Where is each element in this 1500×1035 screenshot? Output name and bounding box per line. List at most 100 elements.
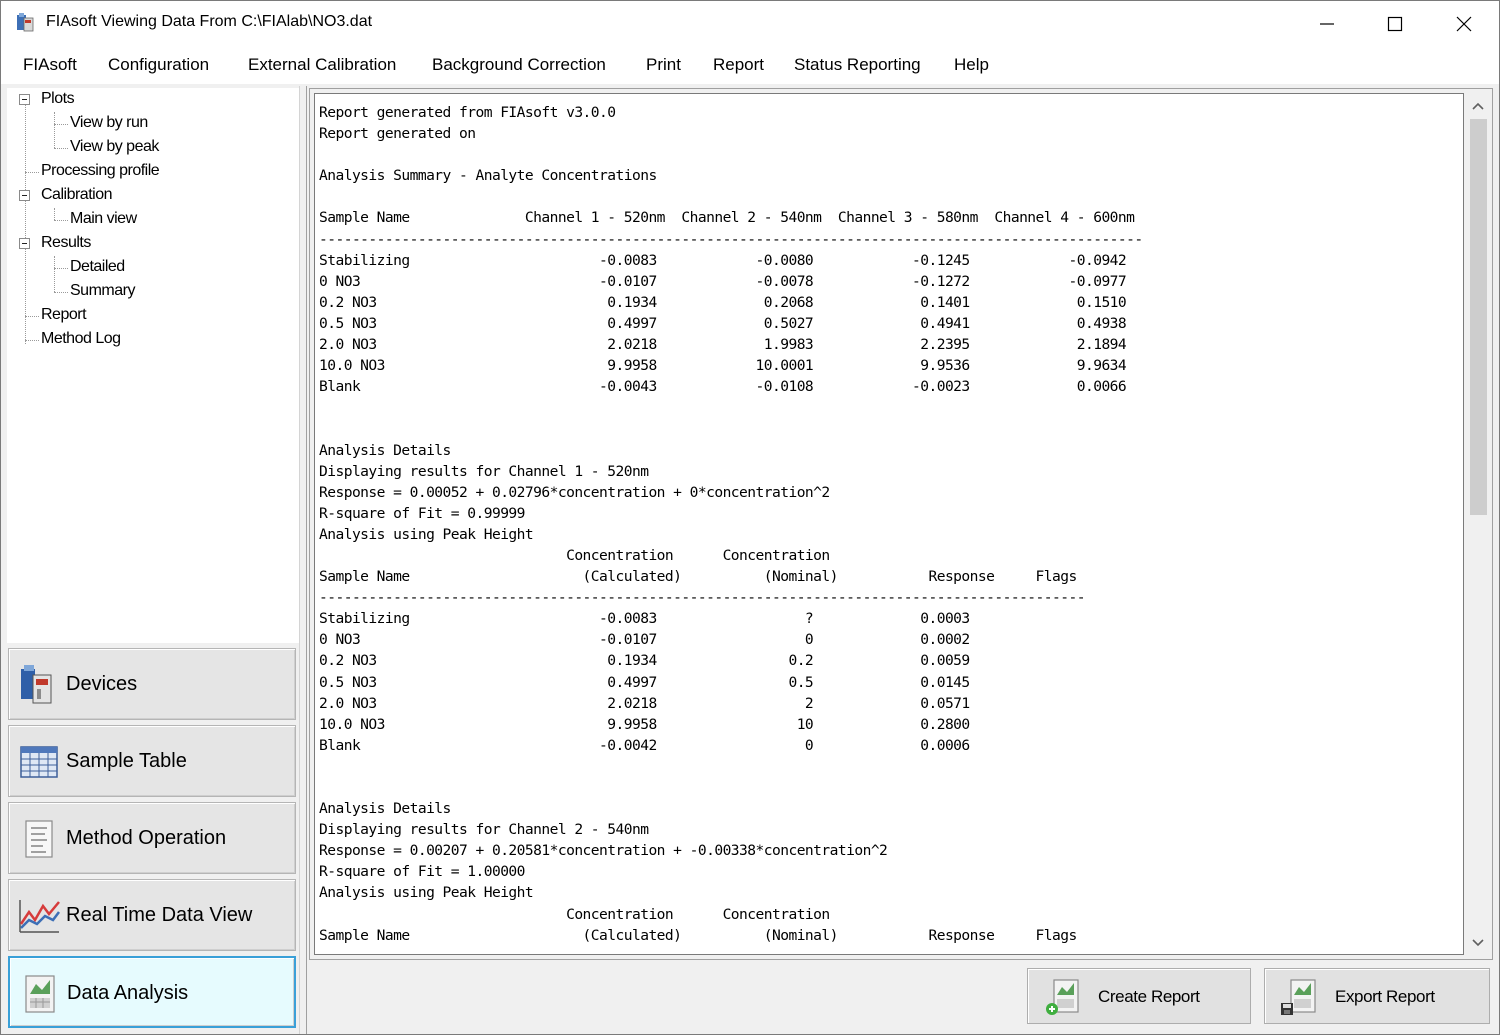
report-line: Blank -0.0043 -0.0108 -0.0023 0.0066 [319, 378, 1127, 396]
collapse-icon[interactable] [19, 190, 30, 201]
report-line: Analysis Summary - Analyte Concentration… [319, 167, 657, 185]
create-report-icon [1046, 979, 1079, 1015]
close-button[interactable] [1430, 1, 1498, 47]
report-line: 2.0 NO3 2.0218 2 0.0571 [319, 694, 970, 712]
report-line: Sample Name (Calculated) (Nominal) Respo… [319, 568, 1077, 586]
tree-connector [54, 220, 68, 221]
report-line [319, 756, 1143, 777]
report-line: R-square of Fit = 0.99999 [319, 504, 525, 522]
tree-item-plots[interactable]: Plots [41, 90, 75, 108]
report-line: Report generated from FIAsoft v3.0.0 [319, 104, 616, 121]
tree-item-view-by-peak[interactable]: View by peak [70, 138, 159, 156]
method-document-icon [25, 820, 53, 858]
tree-item-processing-profile[interactable]: Processing profile [41, 162, 160, 180]
scroll-up-icon[interactable] [1472, 102, 1484, 110]
export-report-icon [1281, 979, 1316, 1015]
minimize-button[interactable] [1293, 1, 1361, 47]
tree-connector [54, 256, 55, 292]
report-line: Response = 0.00052 + 0.02796*concentrati… [319, 483, 830, 501]
method-operation-label: Method Operation [66, 827, 227, 849]
menu-print[interactable]: Print [646, 55, 681, 75]
report-line: 10.0 NO3 9.9958 10 0.2800 [319, 715, 970, 733]
navigation-pane: Plots View by run View by peak Processin… [3, 86, 299, 1034]
table-icon [20, 746, 58, 778]
report-line: Stabilizing -0.0083 ? 0.0003 [319, 610, 970, 628]
report-line: Blank -0.0042 0 0.0006 [319, 736, 970, 754]
report-textbox[interactable]: Report generated from FIAsoft v3.0.0 Repo… [314, 93, 1464, 955]
data-analysis-button[interactable]: Data Analysis [8, 956, 296, 1028]
report-line [319, 186, 1143, 207]
menu-status-reporting[interactable]: Status Reporting [794, 55, 921, 75]
tree-item-method-log[interactable]: Method Log [41, 330, 121, 348]
menu-fiasoft[interactable]: FIAsoft [23, 55, 77, 75]
report-line: Analysis Details [319, 800, 451, 818]
minimize-icon [1320, 23, 1334, 25]
sample-table-button[interactable]: Sample Table [8, 725, 296, 797]
devices-button[interactable]: Devices [8, 648, 296, 720]
export-report-label: Export Report [1335, 987, 1435, 1006]
report-line: ----------------------------------------… [319, 230, 1143, 248]
tree-connector [25, 172, 39, 173]
report-line [319, 418, 1143, 439]
scroll-down-icon[interactable] [1472, 939, 1484, 947]
devices-label: Devices [66, 673, 138, 695]
report-line: 10.0 NO3 9.9958 10.0001 9.9536 9.9634 [319, 357, 1127, 375]
tree-connector [54, 148, 68, 149]
pane-splitter[interactable] [299, 86, 307, 1034]
report-line: ----------------------------------------… [319, 946, 1143, 954]
tree-item-view-by-run[interactable]: View by run [70, 114, 148, 132]
tree-connector [25, 340, 39, 341]
menu-report[interactable]: Report [713, 55, 764, 75]
collapse-icon[interactable] [19, 238, 30, 249]
report-line: 2.0 NO3 2.0218 1.9983 2.2395 2.1894 [319, 336, 1127, 354]
report-line: Report generated on [319, 125, 476, 143]
menu-external-calibration[interactable]: External Calibration [248, 55, 396, 75]
collapse-icon[interactable] [19, 94, 30, 105]
app-window: FIAsoft Viewing Data From C:\FIAlab\NO3.… [0, 0, 1500, 1035]
report-line: ----------------------------------------… [319, 589, 1086, 607]
report-line: Displaying results for Channel 1 - 520nm [319, 462, 649, 480]
report-line: 0 NO3 -0.0107 -0.0078 -0.1272 -0.0977 [319, 272, 1127, 290]
tree-item-summary[interactable]: Summary [70, 282, 135, 300]
line-chart-icon [19, 900, 60, 933]
report-line: 0.2 NO3 0.1934 0.2068 0.1401 0.1510 [319, 293, 1127, 311]
app-icon [17, 13, 34, 32]
report-line [319, 777, 1143, 798]
create-report-label: Create Report [1098, 987, 1200, 1006]
report-line: R-square of Fit = 1.00000 [319, 863, 525, 881]
title-bar: FIAsoft Viewing Data From C:\FIAlab\NO3.… [1, 1, 1499, 47]
close-icon [1456, 16, 1472, 32]
report-line: Analysis using Peak Height [319, 525, 534, 543]
create-report-button[interactable]: Create Report [1027, 968, 1251, 1024]
report-line: Concentration Concentration [319, 546, 830, 564]
devices-icon [21, 665, 52, 704]
menu-configuration[interactable]: Configuration [108, 55, 209, 75]
report-line: 0.2 NO3 0.1934 0.2 0.0059 [319, 652, 970, 670]
tree-item-report[interactable]: Report [41, 306, 87, 324]
tree-connector [25, 316, 39, 317]
report-line: Displaying results for Channel 2 - 540nm [319, 821, 649, 839]
tree-item-main-view[interactable]: Main view [70, 210, 137, 228]
menu-background-correction[interactable]: Background Correction [432, 55, 606, 75]
vertical-scrollbar[interactable] [1466, 93, 1490, 955]
tree-connector [54, 208, 55, 220]
data-analysis-label: Data Analysis [67, 982, 189, 1004]
window-title: FIAsoft Viewing Data From C:\FIAlab\NO3.… [46, 13, 373, 30]
method-operation-button[interactable]: Method Operation [8, 802, 296, 874]
maximize-button[interactable] [1361, 1, 1429, 47]
tree-item-detailed[interactable]: Detailed [70, 258, 125, 276]
tree-item-results[interactable]: Results [41, 234, 91, 252]
scrollbar-thumb[interactable] [1470, 119, 1487, 515]
export-report-button[interactable]: Export Report [1264, 968, 1490, 1024]
report-line: Sample Name Channel 1 - 520nm Channel 2 … [319, 209, 1135, 227]
tree-connector [54, 268, 68, 269]
menu-help[interactable]: Help [954, 55, 989, 75]
tree-item-calibration[interactable]: Calibration [41, 186, 112, 204]
report-line [319, 397, 1143, 418]
tree-connector [25, 102, 26, 344]
report-line: 0.5 NO3 0.4997 0.5027 0.4941 0.4938 [319, 314, 1127, 332]
real-time-data-view-label: Real Time Data View [66, 904, 253, 926]
real-time-data-view-button[interactable]: Real Time Data View [8, 879, 296, 951]
report-line [319, 144, 1143, 165]
report-line: 0.5 NO3 0.4997 0.5 0.0145 [319, 673, 970, 691]
